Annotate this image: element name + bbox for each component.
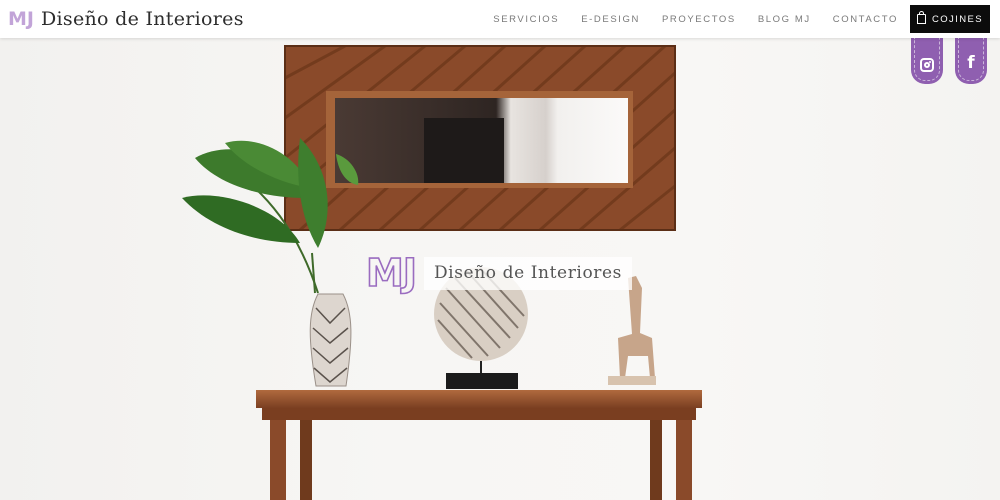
vase <box>309 293 352 387</box>
main-nav: SERVICIOS E-DESIGN PROYECTOS BLOG MJ CON… <box>471 5 990 33</box>
instagram-button[interactable] <box>911 38 943 84</box>
site-logo[interactable]: MJ Diseño de Interiores <box>8 6 244 32</box>
hero-logo: MJ Diseño de Interiores <box>365 251 633 295</box>
nav-blog[interactable]: BLOG MJ <box>758 14 811 25</box>
cojines-button[interactable]: COJINES <box>910 5 990 33</box>
site-header: MJ Diseño de Interiores SERVICIOS E-DESI… <box>0 0 1000 38</box>
instagram-icon <box>920 58 934 72</box>
wood-mirror <box>284 45 676 231</box>
nav-e-design[interactable]: E-DESIGN <box>581 14 640 25</box>
shopping-bag-icon <box>917 11 926 24</box>
logo-text: Diseño de Interiores <box>40 8 244 30</box>
facebook-button[interactable]: f <box>955 38 987 84</box>
nav-contacto[interactable]: CONTACTO <box>833 14 898 25</box>
facebook-icon: f <box>967 53 975 73</box>
nav-servicios[interactable]: SERVICIOS <box>493 14 559 25</box>
hero-logo-text: Diseño de Interiores <box>423 256 633 290</box>
nav-proyectos[interactable]: PROYECTOS <box>662 14 736 25</box>
hero-logo-mark: MJ <box>365 251 418 295</box>
wood-console-table <box>256 390 702 500</box>
giraffe-figurine <box>608 276 656 385</box>
logo-mark: MJ <box>8 8 34 30</box>
cojines-label: COJINES <box>932 13 983 25</box>
